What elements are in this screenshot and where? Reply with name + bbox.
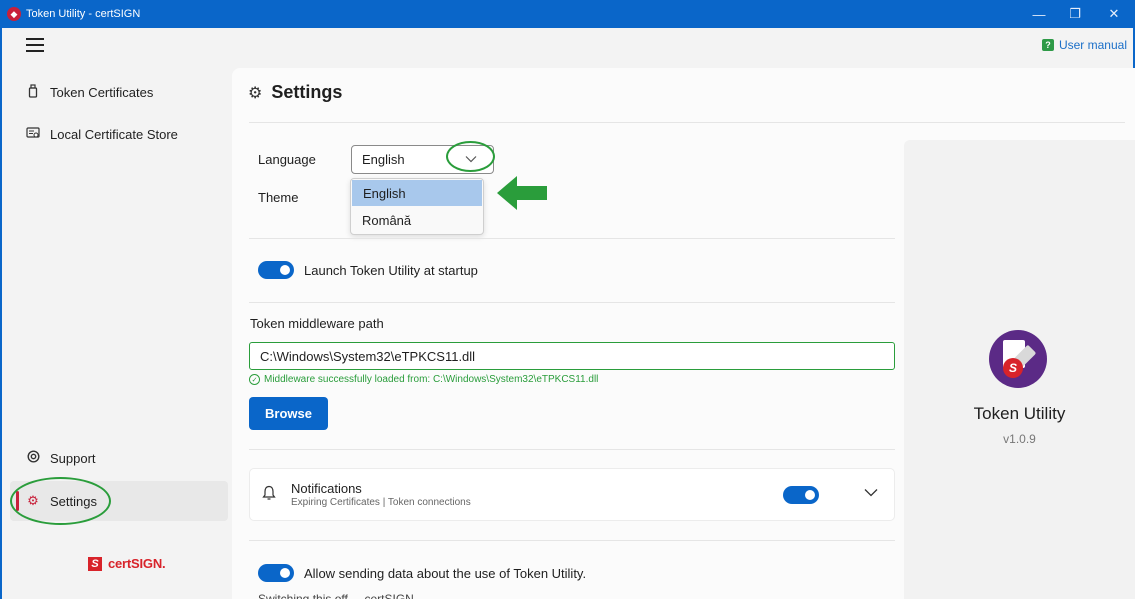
sidebar-item-token-certificates[interactable]: Token Certificates (10, 72, 228, 112)
minimize-button[interactable]: — (1022, 0, 1056, 28)
certsign-mark-icon: S (88, 556, 102, 571)
annotation-arrow-icon (497, 176, 547, 210)
divider (249, 540, 895, 541)
help-icon: ? (1041, 39, 1054, 51)
theme-label: Theme (258, 190, 299, 205)
usb-token-icon (26, 83, 40, 101)
page-title: ⚙ Settings (248, 82, 342, 103)
divider (249, 122, 1125, 123)
toggle-knob (280, 265, 290, 275)
sidebar-item-label: Token Certificates (50, 84, 154, 100)
telemetry-label: Allow sending data about the use of Toke… (304, 566, 587, 581)
toggle-knob (805, 490, 815, 500)
maximize-button[interactable]: ❐ (1058, 0, 1092, 28)
notifications-toggle[interactable] (783, 486, 819, 504)
sidebar-item-support[interactable]: Support (10, 438, 228, 478)
page-title-text: Settings (271, 82, 343, 102)
language-option-romana[interactable]: Română (351, 207, 483, 233)
window-title: Token Utility - certSIGN (26, 8, 141, 20)
notifications-title: Notifications (291, 481, 362, 496)
about-app-name: Token Utility (973, 404, 1066, 423)
about-app-version: v1.0.9 (1003, 432, 1036, 446)
divider (249, 238, 895, 239)
toggle-knob (280, 568, 290, 578)
token-utility-logo-icon: S (989, 330, 1047, 388)
window-title-bar: ◆ Token Utility - certSIGN — ❐ ✕ (0, 0, 1135, 28)
annotation-ellipse-chevron (446, 141, 495, 172)
certsign-brand-text: certSIGN. (108, 556, 166, 571)
middleware-path-input[interactable]: C:\Windows\System32\eTPKCS11.dll (249, 342, 895, 370)
middleware-path-label: Token middleware path (250, 316, 384, 331)
sidebar-item-local-certificate-store[interactable]: Local Certificate Store (10, 114, 228, 154)
sidebar-item-label: Support (50, 450, 96, 466)
notifications-card[interactable]: Notifications Expiring Certificates | To… (249, 468, 895, 521)
user-manual-label: User manual (1058, 38, 1127, 52)
divider (249, 302, 895, 303)
language-selected-value: English (362, 152, 405, 167)
language-option-english[interactable]: English (352, 180, 482, 206)
user-manual-link[interactable]: ? User manual (1041, 38, 1127, 52)
bell-icon (262, 485, 276, 505)
certificate-store-icon (26, 126, 40, 142)
middleware-status: ✓ Middleware successfully loaded from: C… (249, 374, 598, 385)
notifications-subtitle: Expiring Certificates | Token connection… (291, 497, 471, 508)
annotation-ellipse-settings (10, 477, 111, 525)
close-button[interactable]: ✕ (1097, 0, 1131, 28)
telemetry-toggle[interactable] (258, 564, 294, 582)
middleware-status-text: Middleware successfully loaded from: C:\… (264, 374, 599, 385)
support-icon (26, 450, 40, 466)
app-logo-icon: ◆ (7, 7, 21, 21)
divider (249, 449, 895, 450)
checkmark-circle-icon: ✓ (249, 374, 260, 385)
certsign-logo: S certSIGN. (88, 556, 166, 571)
gear-icon: ⚙ (248, 84, 263, 102)
sidebar-item-label: Local Certificate Store (50, 126, 178, 142)
launch-at-startup-label: Launch Token Utility at startup (304, 263, 478, 278)
chevron-down-icon[interactable] (864, 485, 878, 500)
hamburger-menu-icon[interactable] (26, 38, 44, 52)
browse-button[interactable]: Browse (249, 397, 328, 430)
launch-at-startup-toggle[interactable] (258, 261, 294, 279)
telemetry-note: Switching this off ... certSIGN (258, 592, 414, 599)
language-dropdown-list: English Română (350, 178, 484, 235)
language-label: Language (258, 152, 316, 167)
